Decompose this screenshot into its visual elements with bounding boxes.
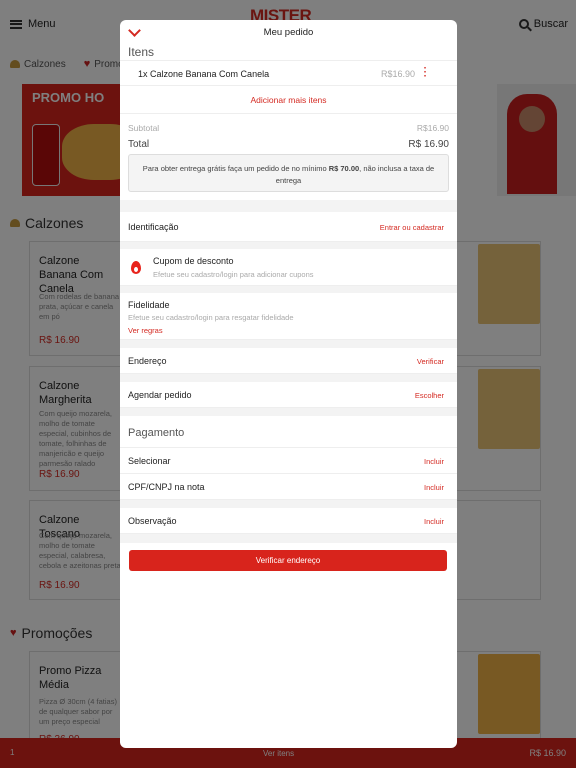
add-more-items-link[interactable]: Adicionar mais itens: [120, 86, 457, 114]
coupon-row[interactable]: Cupom de desconto Efetue seu cadastro/lo…: [120, 249, 457, 286]
schedule-row[interactable]: Agendar pedido Escolher: [120, 382, 457, 408]
include-payment-link[interactable]: Incluir: [424, 457, 444, 466]
notice-prefix: Para obter entrega grátis faça um pedido…: [142, 164, 329, 173]
identification-label: Identificação: [128, 222, 179, 232]
order-modal: Meu pedido Itens 1x Calzone Banana Com C…: [120, 20, 457, 748]
verify-address-button[interactable]: Verificar endereço: [129, 550, 447, 571]
items-header: Itens: [128, 45, 155, 59]
item-name: 1x Calzone Banana Com Canela: [138, 69, 270, 79]
flame-icon: [131, 261, 141, 274]
choose-link[interactable]: Escolher: [415, 391, 444, 400]
address-row[interactable]: Endereço Verificar: [120, 348, 457, 374]
order-item[interactable]: 1x Calzone Banana Com Canela R$16.90 · · ·: [120, 60, 457, 86]
tax-id-row[interactable]: CPF/CNPJ na nota Incluir: [120, 474, 457, 500]
include-tax-id-link[interactable]: Incluir: [424, 483, 444, 492]
include-observation-link[interactable]: Incluir: [424, 517, 444, 526]
observation-label: Observação: [128, 516, 177, 526]
subtotal-label: Subtotal: [128, 123, 160, 133]
order-summary: Subtotal R$16.90 Total R$ 16.90: [120, 114, 457, 154]
loyalty-row[interactable]: Fidelidade Efetue seu cadastro/login par…: [120, 293, 457, 340]
free-delivery-notice: Para obter entrega grátis faça um pedido…: [128, 154, 449, 192]
identification-row[interactable]: Identificação Entrar ou cadastrar: [120, 212, 457, 242]
payment-select-row[interactable]: Selecionar Incluir: [120, 448, 457, 474]
payment-header: Pagamento: [128, 427, 185, 439]
tax-id-label: CPF/CNPJ na nota: [128, 482, 205, 492]
login-link[interactable]: Entrar ou cadastrar: [380, 223, 444, 232]
total-value: R$ 16.90: [408, 139, 449, 150]
total-label: Total: [128, 139, 150, 150]
more-options-icon[interactable]: · · ·: [424, 64, 427, 82]
coupon-subtext: Efetue seu cadastro/login para adicionar…: [153, 270, 314, 279]
modal-header: Meu pedido: [120, 20, 457, 44]
observation-row[interactable]: Observação Incluir: [120, 508, 457, 534]
loyalty-label: Fidelidade: [128, 300, 170, 310]
notice-amount: R$ 70.00: [328, 164, 360, 173]
verify-link[interactable]: Verificar: [417, 357, 444, 366]
schedule-label: Agendar pedido: [128, 390, 192, 400]
loyalty-subtext: Efetue seu cadastro/login para resgatar …: [128, 313, 294, 322]
payment-select-label: Selecionar: [128, 456, 171, 466]
subtotal-value: R$16.90: [416, 123, 449, 133]
coupon-label: Cupom de desconto: [153, 256, 234, 266]
view-rules-link[interactable]: Ver regras: [128, 326, 163, 335]
address-label: Endereço: [128, 356, 167, 366]
payment-header-row: Pagamento: [120, 416, 457, 448]
item-price: R$16.90: [380, 69, 415, 79]
modal-title: Meu pedido: [263, 27, 314, 38]
